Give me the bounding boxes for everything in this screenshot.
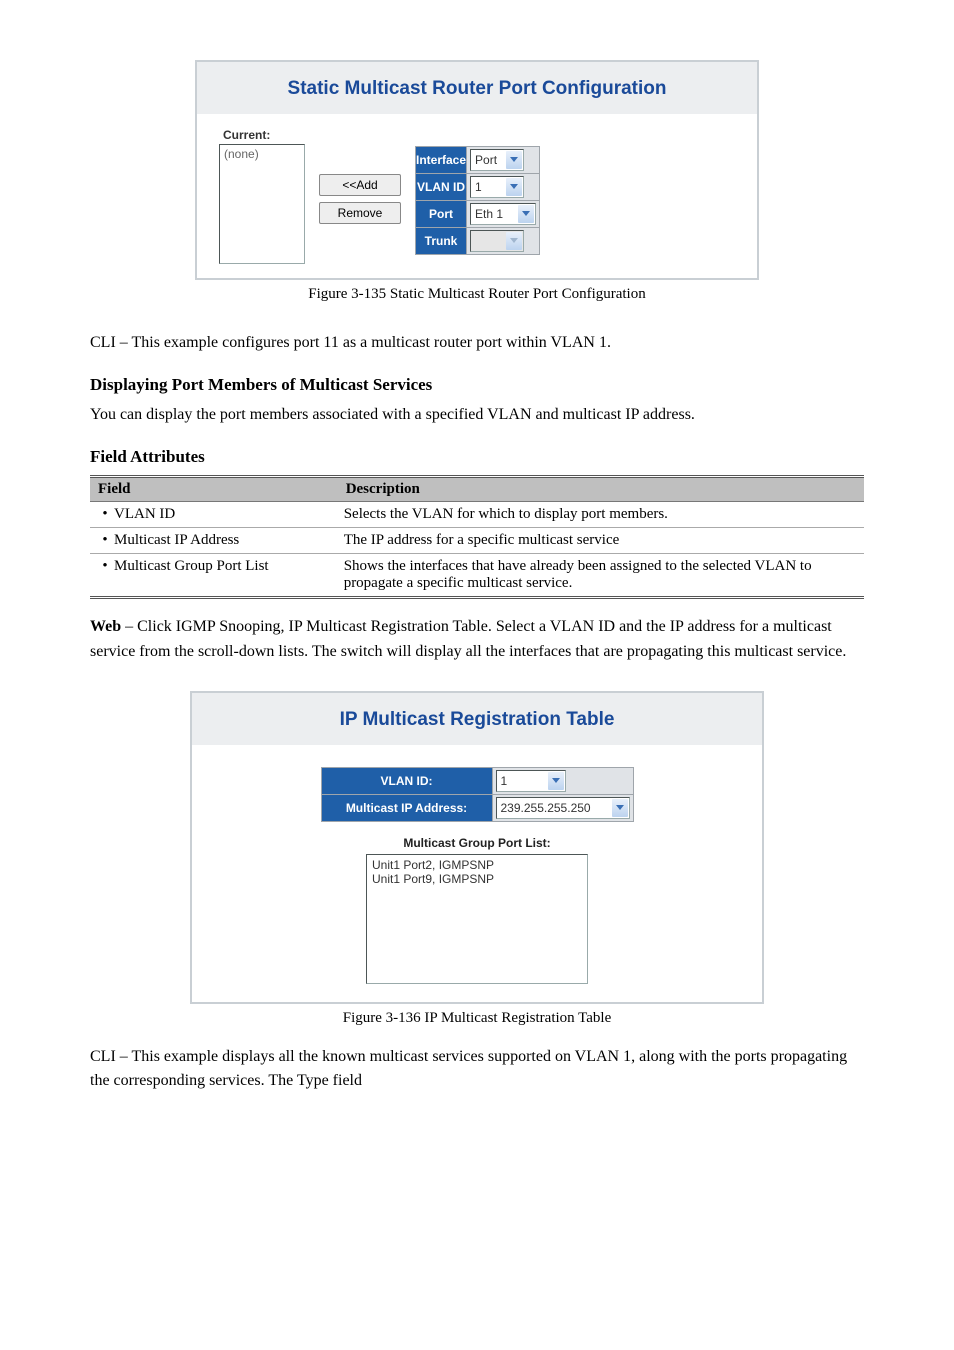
table-header-field: Field — [90, 477, 338, 502]
field-attribute-table: Field Description •VLAN ID Selects the V… — [90, 475, 864, 599]
panel-title: IP Multicast Registration Table — [192, 693, 762, 745]
interface-select[interactable]: Port — [467, 147, 540, 174]
current-listbox[interactable]: (none) — [219, 144, 305, 264]
vlan-id-label: VLAN ID: — [321, 767, 492, 794]
chevron-down-icon — [506, 178, 522, 196]
section-heading: Displaying Port Members of Multicast Ser… — [90, 375, 864, 395]
hdr-vlan: VLAN ID — [416, 174, 467, 201]
vlan-select[interactable]: 1 — [467, 174, 540, 201]
list-item[interactable]: Unit1 Port2, IGMPSNP — [372, 858, 582, 872]
port-list-box[interactable]: Unit1 Port2, IGMPSNP Unit1 Port9, IGMPSN… — [366, 854, 588, 984]
intro-text: You can display the port members associa… — [90, 403, 864, 427]
trunk-select — [467, 228, 540, 255]
hdr-trunk: Trunk — [416, 228, 467, 255]
chevron-down-icon — [612, 799, 628, 817]
figure-caption: Figure 3-135 Static Multicast Router Por… — [90, 286, 864, 303]
list-item[interactable]: Unit1 Port9, IGMPSNP — [372, 872, 582, 886]
cli-outro: CLI – This example displays all the know… — [90, 1045, 864, 1093]
mip-select[interactable]: 239.255.255.250 — [492, 794, 633, 821]
chevron-down-icon — [506, 232, 522, 250]
table-row: •Multicast IP Address The IP address for… — [90, 528, 864, 554]
mip-label: Multicast IP Address: — [321, 794, 492, 821]
cli-intro: CLI – This example configures port 11 as… — [90, 331, 864, 355]
vlan-id-select[interactable]: 1 — [492, 767, 633, 794]
hdr-interface: Interface — [416, 147, 467, 174]
chevron-down-icon — [548, 772, 564, 790]
table-header-desc: Description — [338, 477, 864, 502]
config-grid: Interface Port VLAN ID 1 Por — [415, 146, 540, 255]
web-instructions: Web – Click IGMP Snooping, IP Multicast … — [90, 615, 864, 665]
table-row: •Multicast Group Port List Shows the int… — [90, 554, 864, 598]
table-row: •VLAN ID Selects the VLAN for which to d… — [90, 502, 864, 528]
hdr-port: Port — [416, 201, 467, 228]
current-label: Current: — [219, 128, 305, 142]
chevron-down-icon — [518, 205, 534, 223]
remove-button[interactable]: Remove — [319, 202, 401, 224]
ip-multicast-panel: IP Multicast Registration Table VLAN ID:… — [190, 691, 764, 1004]
field-attr-heading: Field Attributes — [90, 447, 864, 467]
figure-caption: Figure 3-136 IP Multicast Registration T… — [90, 1010, 864, 1027]
port-select[interactable]: Eth 1 — [467, 201, 540, 228]
panel-title: Static Multicast Router Port Configurati… — [197, 62, 757, 114]
chevron-down-icon — [506, 151, 522, 169]
static-mrouter-panel: Static Multicast Router Port Configurati… — [195, 60, 759, 280]
port-list-label: Multicast Group Port List: — [212, 836, 742, 850]
add-button[interactable]: <<Add — [319, 174, 401, 196]
